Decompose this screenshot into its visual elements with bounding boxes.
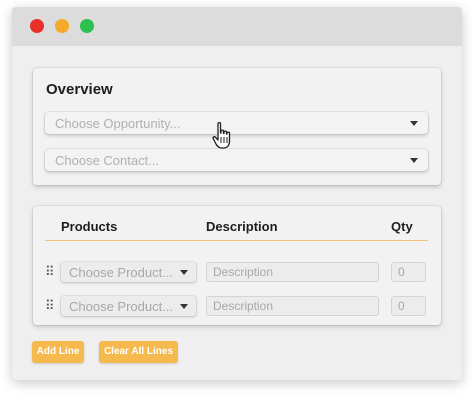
qty-input[interactable]: 0 — [391, 262, 426, 282]
minimize-window-button[interactable] — [55, 19, 69, 33]
caret-down-icon — [410, 121, 418, 126]
qty-placeholder: 0 — [398, 299, 405, 313]
header-divider — [45, 240, 428, 241]
description-input[interactable]: Description — [206, 296, 379, 316]
contact-select[interactable]: Choose Contact... — [45, 149, 428, 171]
title-bar — [12, 7, 462, 46]
product-placeholder: Choose Product... — [69, 265, 174, 280]
app-window: Overview Choose Opportunity... Choose Co… — [12, 7, 462, 380]
opportunity-placeholder: Choose Opportunity... — [55, 116, 181, 131]
description-input[interactable]: Description — [206, 262, 379, 282]
qty-input[interactable]: 0 — [391, 296, 426, 316]
qty-header: Qty — [391, 219, 413, 234]
close-window-button[interactable] — [30, 19, 44, 33]
products-panel: Products Description Qty ⠿ Choose Produc… — [33, 206, 441, 325]
clear-all-lines-button[interactable]: Clear All Lines — [99, 341, 178, 363]
drag-handle-icon[interactable]: ⠿ — [45, 299, 55, 312]
product-placeholder: Choose Product... — [69, 299, 174, 314]
hand-pointer-icon — [212, 121, 231, 149]
opportunity-select[interactable]: Choose Opportunity... — [45, 112, 428, 134]
description-placeholder: Description — [213, 265, 274, 279]
product-select[interactable]: Choose Product... — [61, 296, 196, 316]
contact-placeholder: Choose Contact... — [55, 153, 160, 168]
description-header: Description — [206, 219, 278, 234]
maximize-window-button[interactable] — [80, 19, 94, 33]
products-header: Products — [61, 219, 118, 234]
drag-handle-icon[interactable]: ⠿ — [45, 265, 55, 278]
caret-down-icon — [180, 304, 188, 309]
overview-panel: Overview Choose Opportunity... Choose Co… — [33, 68, 441, 185]
description-placeholder: Description — [213, 299, 274, 313]
qty-placeholder: 0 — [398, 265, 405, 279]
caret-down-icon — [410, 158, 418, 163]
add-line-button[interactable]: Add Line — [32, 341, 84, 363]
caret-down-icon — [180, 270, 188, 275]
product-select[interactable]: Choose Product... — [61, 262, 196, 282]
overview-title: Overview — [46, 81, 113, 98]
